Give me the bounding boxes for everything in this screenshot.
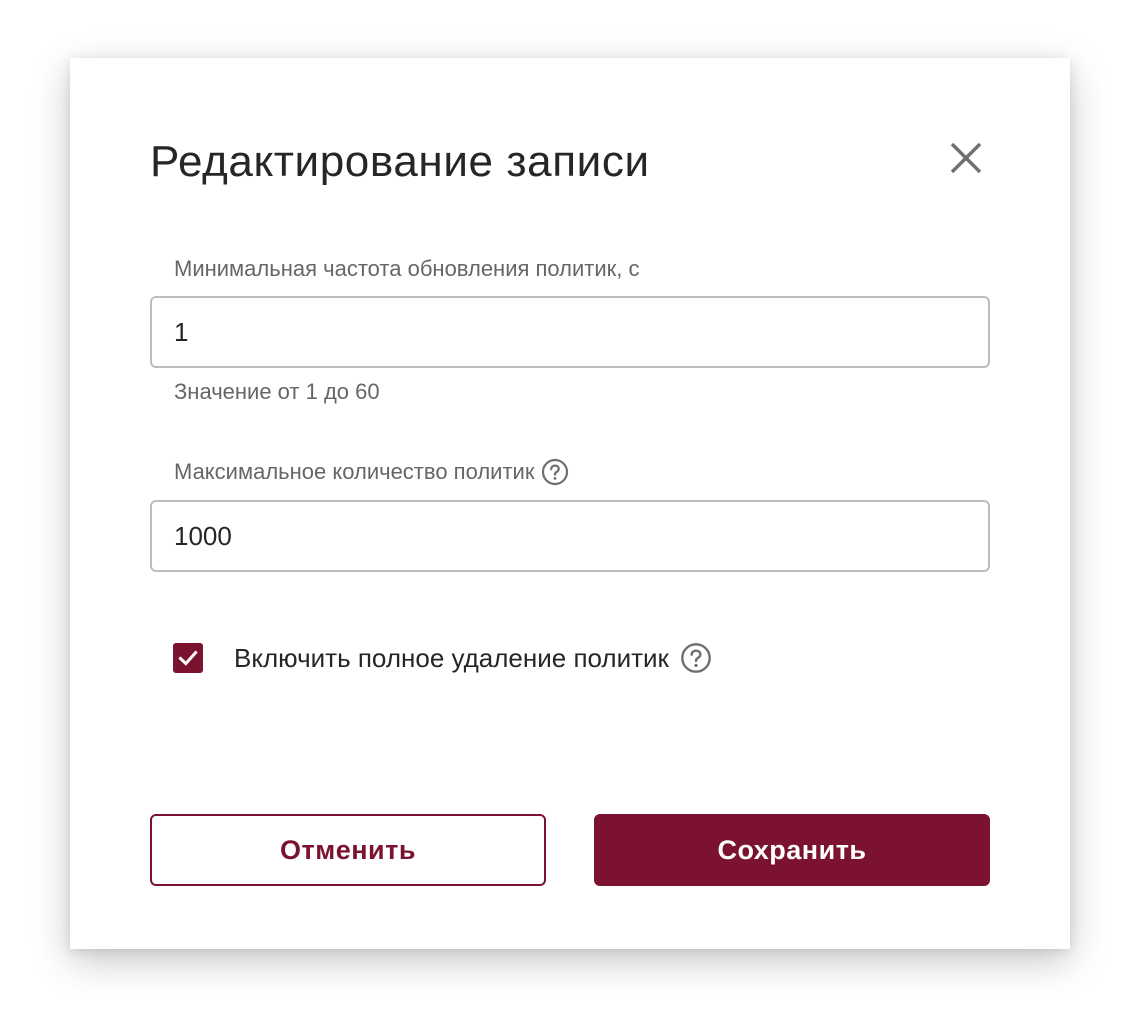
full-delete-help-icon[interactable]	[680, 642, 712, 674]
full-delete-checkbox-row: Включить полное удаление политик	[173, 642, 712, 674]
full-delete-label: Включить полное удаление политик	[234, 643, 669, 673]
full-delete-checkbox[interactable]	[173, 643, 203, 673]
save-button[interactable]: Сохранить	[594, 814, 990, 886]
max-policies-label-text: Максимальное количество политик	[174, 459, 535, 484]
min-refresh-label: Минимальная частота обновления политик, …	[174, 255, 640, 283]
edit-record-dialog: Редактирование записи Минимальная частот…	[70, 58, 1070, 949]
close-button[interactable]	[946, 138, 986, 178]
dialog-title: Редактирование записи	[150, 137, 650, 186]
min-refresh-label-text: Минимальная частота обновления политик, …	[174, 256, 640, 281]
max-policies-label: Максимальное количество политик	[174, 458, 569, 486]
min-refresh-input[interactable]	[150, 296, 990, 368]
close-icon	[950, 142, 982, 174]
cancel-button[interactable]: Отменить	[150, 814, 546, 886]
min-refresh-hint: Значение от 1 до 60	[174, 379, 380, 404]
max-policies-input[interactable]	[150, 500, 990, 572]
checkmark-icon	[178, 650, 198, 666]
max-policies-help-icon[interactable]	[541, 458, 569, 486]
